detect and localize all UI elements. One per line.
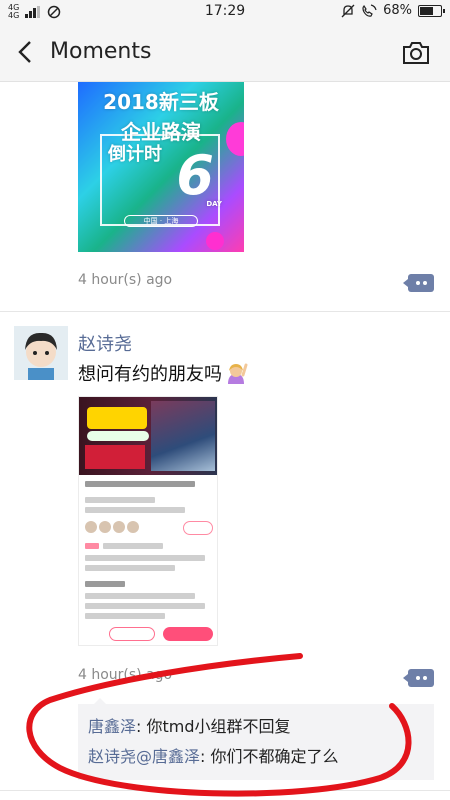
screenshot-text-row <box>85 593 195 599</box>
screenshot-text-row <box>85 565 175 571</box>
comment-author[interactable]: 赵诗尧 <box>88 747 136 766</box>
screenshot-logo <box>87 407 147 429</box>
screenshot-text-row <box>85 507 185 513</box>
comment-author[interactable]: 唐鑫泽 <box>88 717 136 736</box>
poster-day: DAY <box>206 200 222 208</box>
avatar-cartoon-icon <box>14 326 68 380</box>
post-username[interactable]: 赵诗尧 <box>78 330 132 356</box>
comment-line: 赵诗尧@唐鑫泽: 你们不都确定了么 <box>88 747 339 766</box>
comment-line: 唐鑫泽: 你tmd小组群不回复 <box>88 717 291 736</box>
screenshot-button <box>183 521 213 535</box>
poster-decoration <box>206 232 224 250</box>
wifi-call-icon <box>362 3 377 17</box>
page-title: Moments <box>50 39 152 64</box>
battery-percent: 68% <box>383 3 412 18</box>
screenshot-avatar <box>127 521 139 533</box>
post-time: 4 hour(s) ago <box>78 667 173 683</box>
post-image-event-screenshot[interactable] <box>78 396 218 646</box>
screenshot-date-box <box>85 445 145 469</box>
screenshot-text-row <box>85 555 205 561</box>
comments-box: 唐鑫泽: 你tmd小组群不回复 赵诗尧@唐鑫泽: 你们不都确定了么 <box>78 698 434 780</box>
dot-icon <box>422 281 427 285</box>
back-arrow-icon[interactable] <box>12 38 40 66</box>
status-bar: 4G 4G 17:29 68% <box>0 0 450 24</box>
post-time: 4 hour(s) ago <box>78 272 173 288</box>
screenshot-text-row <box>85 481 195 487</box>
dot-icon <box>415 281 420 285</box>
comment-reply-target[interactable]: 唐鑫泽 <box>152 747 200 766</box>
screenshot-tag <box>85 543 99 549</box>
mute-bell-icon <box>341 4 355 17</box>
comment-text: 你tmd小组群不回复 <box>146 717 291 736</box>
post-divider <box>0 790 450 791</box>
screenshot-avatar <box>113 521 125 533</box>
poster-line-1: 2018新三板 <box>103 90 219 114</box>
poster-countdown-number: 6 <box>176 144 214 207</box>
battery-fill <box>420 6 433 15</box>
comment-action-button[interactable] <box>403 669 434 687</box>
post-image-roadshow-poster[interactable]: 2018新三板 企业路演 倒计时 6 DAY 中国 · 上海 <box>78 82 244 252</box>
screenshot-artwork <box>151 401 215 471</box>
screenshot-text-row <box>85 613 165 619</box>
screenshot-avatar <box>99 521 111 533</box>
raising-hand-emoji-icon <box>228 363 248 384</box>
dot-icon <box>422 676 427 680</box>
avatar[interactable] <box>14 326 68 380</box>
screenshot-logo <box>87 431 149 441</box>
comment-text: 你们不都确定了么 <box>210 747 339 766</box>
screenshot-text-row <box>85 603 205 609</box>
poster-location: 中国 · 上海 <box>124 215 198 227</box>
poster-line-3: 倒计时 <box>108 144 162 165</box>
screenshot-text-row <box>85 581 125 587</box>
comment-action-button[interactable] <box>403 274 434 292</box>
screenshot-banner <box>79 397 217 475</box>
post-text-body: 想问有约的朋友吗 <box>78 364 222 385</box>
camera-icon[interactable] <box>402 40 430 66</box>
screenshot-avatar <box>85 521 97 533</box>
moments-feed[interactable]: 2018新三板 企业路演 倒计时 6 DAY 中国 · 上海 4 hour(s)… <box>0 82 450 800</box>
screenshot-button <box>163 627 213 641</box>
dot-icon <box>415 676 420 680</box>
nav-bar: Moments <box>0 24 450 82</box>
screenshot-text-row <box>103 543 163 549</box>
screenshot-text-row <box>85 497 155 503</box>
status-right: 68% <box>341 3 445 18</box>
screenshot-button <box>109 627 155 641</box>
battery-icon <box>418 4 445 17</box>
post-divider <box>0 311 450 312</box>
post-text: 想问有约的朋友吗 <box>78 360 248 386</box>
